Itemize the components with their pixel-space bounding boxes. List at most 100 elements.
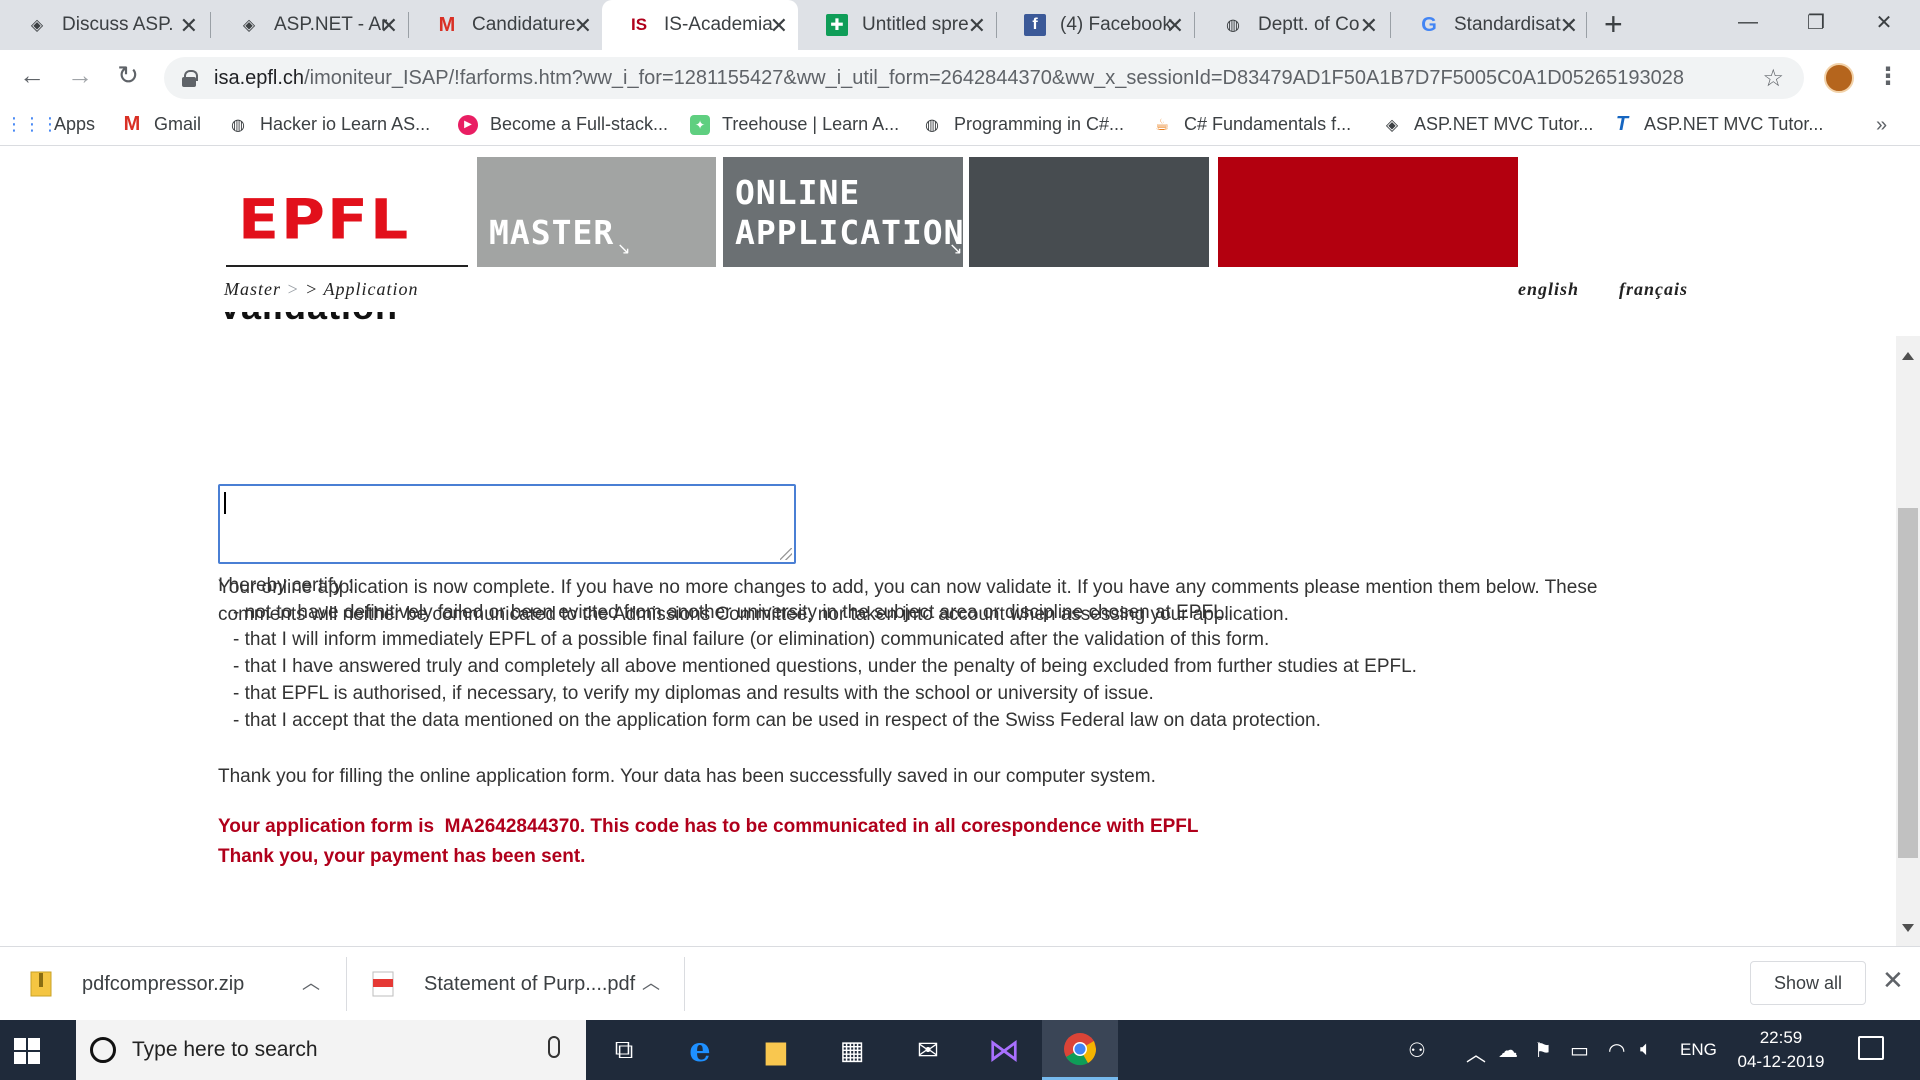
bookmark-star-icon[interactable]: ☆: [1762, 64, 1784, 93]
scroll-up-icon[interactable]: [1902, 352, 1914, 360]
certify-item: - that EPFL is authorised, if necessary,…: [233, 683, 1154, 704]
lang-english[interactable]: english: [1518, 279, 1579, 300]
nav-master-label: MASTER: [489, 213, 615, 252]
battery-icon[interactable]: ▭: [1570, 1038, 1589, 1063]
notification-icon[interactable]: [1858, 1036, 1884, 1060]
input-language[interactable]: ENG: [1680, 1040, 1717, 1060]
page-scrollbar[interactable]: [1896, 336, 1920, 946]
browser-toolbar: ← → ↻ isa.epfl.ch /imoniteur_ISAP/!farfo…: [0, 50, 1920, 106]
url-host: isa.epfl.ch: [214, 66, 305, 89]
cortana-icon: [90, 1037, 116, 1063]
payment-status: Thank you, your payment has been sent.: [218, 846, 586, 867]
bookmark-full-stack[interactable]: ▶ Become a Full-stack...: [458, 114, 668, 135]
tab-deptt[interactable]: ◍ Deptt. of Co ✕: [1196, 0, 1388, 50]
onedrive-icon[interactable]: ☁: [1498, 1038, 1518, 1063]
close-icon[interactable]: ✕: [1360, 13, 1378, 39]
forward-button[interactable]: →: [62, 60, 98, 91]
chevron-up-icon[interactable]: ︿: [642, 969, 660, 995]
chevron-right-icon[interactable]: »: [1876, 114, 1887, 137]
close-icon[interactable]: ✕: [1560, 13, 1578, 39]
logo-underline: [226, 265, 468, 267]
wifi-icon[interactable]: ◠: [1608, 1038, 1625, 1063]
bookmark-aspnet-mvc-1[interactable]: ◈ ASP.NET MVC Tutor...: [1382, 114, 1594, 135]
lang-french[interactable]: français: [1619, 279, 1688, 300]
tab-discuss-asp[interactable]: ◈ Discuss ASP. ✕: [0, 0, 208, 50]
tab-facebook[interactable]: f (4) Facebook ✕: [998, 0, 1194, 50]
tab-is-academia[interactable]: IS IS-Academia ✕: [602, 0, 798, 50]
edge-icon[interactable]: e: [662, 1020, 738, 1080]
tutorials-icon: T: [1615, 113, 1629, 135]
chevron-up-icon[interactable]: ︿: [1466, 1038, 1486, 1067]
back-button[interactable]: ←: [14, 60, 50, 91]
close-icon[interactable]: ✕: [1166, 13, 1184, 39]
restore-button[interactable]: ❐: [1786, 0, 1846, 44]
store-icon[interactable]: ▦: [814, 1020, 890, 1080]
show-all-button[interactable]: Show all: [1750, 961, 1866, 1005]
minimize-button[interactable]: —: [1718, 0, 1778, 44]
chrome-icon[interactable]: [1042, 1020, 1118, 1080]
menu-icon[interactable]: ⋮: [1876, 62, 1900, 91]
mail-icon[interactable]: ✉: [890, 1020, 966, 1080]
nav-master[interactable]: MASTER ↘: [477, 157, 716, 267]
close-icon[interactable]: ✕: [1882, 965, 1904, 996]
arrow-down-right-icon: ↘: [617, 241, 631, 258]
close-icon[interactable]: ✕: [380, 13, 398, 39]
people-icon[interactable]: ⚇: [1408, 1038, 1426, 1063]
treehouse-icon: ✦: [690, 114, 710, 135]
breadcrumb-application[interactable]: > Application: [305, 279, 418, 299]
bookmark-treehouse[interactable]: ✦ Treehouse | Learn A...: [690, 114, 899, 135]
tab-standardisation[interactable]: G Standardisat ✕: [1392, 0, 1588, 50]
certify-item: - that I accept that the data mentioned …: [233, 710, 1321, 731]
breadcrumb-master[interactable]: Master: [224, 279, 281, 299]
tab-candidature[interactable]: M Candidature ✕: [410, 0, 602, 50]
certify-label: I hereby certify :: [218, 575, 354, 596]
resize-handle[interactable]: [780, 548, 792, 560]
close-icon[interactable]: ✕: [770, 13, 788, 39]
epfl-logo[interactable]: EPFL: [238, 188, 410, 252]
security-icon[interactable]: ⚑: [1534, 1038, 1552, 1063]
bookmark-aspnet-mvc-2[interactable]: T ASP.NET MVC Tutor...: [1612, 113, 1824, 135]
download-item-zip[interactable]: pdfcompressor.zip ︿: [30, 947, 330, 1021]
close-icon[interactable]: ✕: [574, 13, 592, 39]
address-bar[interactable]: isa.epfl.ch /imoniteur_ISAP/!farforms.ht…: [164, 57, 1804, 99]
windows-start-icon[interactable]: [14, 1038, 40, 1064]
taskbar-search[interactable]: Type here to search: [76, 1020, 586, 1080]
nav-block-dark: [969, 157, 1209, 267]
scroll-thumb[interactable]: [1898, 508, 1918, 858]
visual-studio-icon[interactable]: ⋈: [966, 1020, 1042, 1080]
play-icon: ▶: [458, 114, 478, 135]
bookmark-gmail[interactable]: M Gmail: [122, 113, 201, 135]
bookmark-hacker-io[interactable]: ◍ Hacker io Learn AS...: [228, 114, 430, 135]
microphone-icon[interactable]: [548, 1036, 560, 1058]
system-clock[interactable]: 22:59 04-12-2019: [1736, 1026, 1826, 1074]
volume-icon[interactable]: 🔈︎: [1640, 1038, 1652, 1061]
profile-avatar[interactable]: [1824, 63, 1854, 93]
nav-online-line1: ONLINE: [735, 173, 861, 212]
pdf-file-icon: [372, 971, 394, 997]
bookmark-csharp-fundamentals[interactable]: ☕ C# Fundamentals f...: [1152, 114, 1351, 135]
task-view-icon[interactable]: ⧉: [586, 1020, 662, 1080]
tab-untitled-spreadsheet[interactable]: ✚ Untitled spre ✕: [800, 0, 996, 50]
certify-item: - that I will inform immediately EPFL of…: [233, 629, 1270, 650]
nav-online-application[interactable]: ONLINE APPLICATION ↘: [723, 157, 964, 267]
comments-textarea[interactable]: [218, 484, 796, 564]
java-icon: ☕: [1154, 116, 1170, 134]
zip-file-icon: [30, 971, 52, 997]
page-content: EPFL MASTER ↘ ONLINE APPLICATION ↘ Maste…: [0, 147, 1900, 947]
scroll-down-icon[interactable]: [1902, 924, 1914, 932]
bookmark-apps[interactable]: ⋮⋮⋮ Apps: [5, 114, 95, 135]
aspnet-icon: ◈: [30, 17, 44, 34]
gmail-icon: M: [438, 13, 456, 36]
tab-aspnet[interactable]: ◈ ASP.NET - Ar ✕: [212, 0, 408, 50]
reload-button[interactable]: ↻: [110, 60, 146, 91]
bookmark-csharp-programming[interactable]: ◍ Programming in C#...: [922, 114, 1124, 135]
close-icon[interactable]: ✕: [968, 13, 986, 39]
chevron-up-icon[interactable]: ︿: [302, 969, 320, 995]
close-icon[interactable]: ✕: [180, 13, 198, 39]
file-explorer-icon[interactable]: ▆: [738, 1020, 814, 1080]
new-tab-button[interactable]: +: [1604, 6, 1623, 43]
clock-date: 04-12-2019: [1737, 1052, 1825, 1071]
arrow-down-right-icon: ↘: [949, 241, 963, 258]
close-window-button[interactable]: ✕: [1854, 0, 1914, 44]
download-item-pdf[interactable]: Statement of Purp....pdf ︿: [372, 947, 672, 1021]
